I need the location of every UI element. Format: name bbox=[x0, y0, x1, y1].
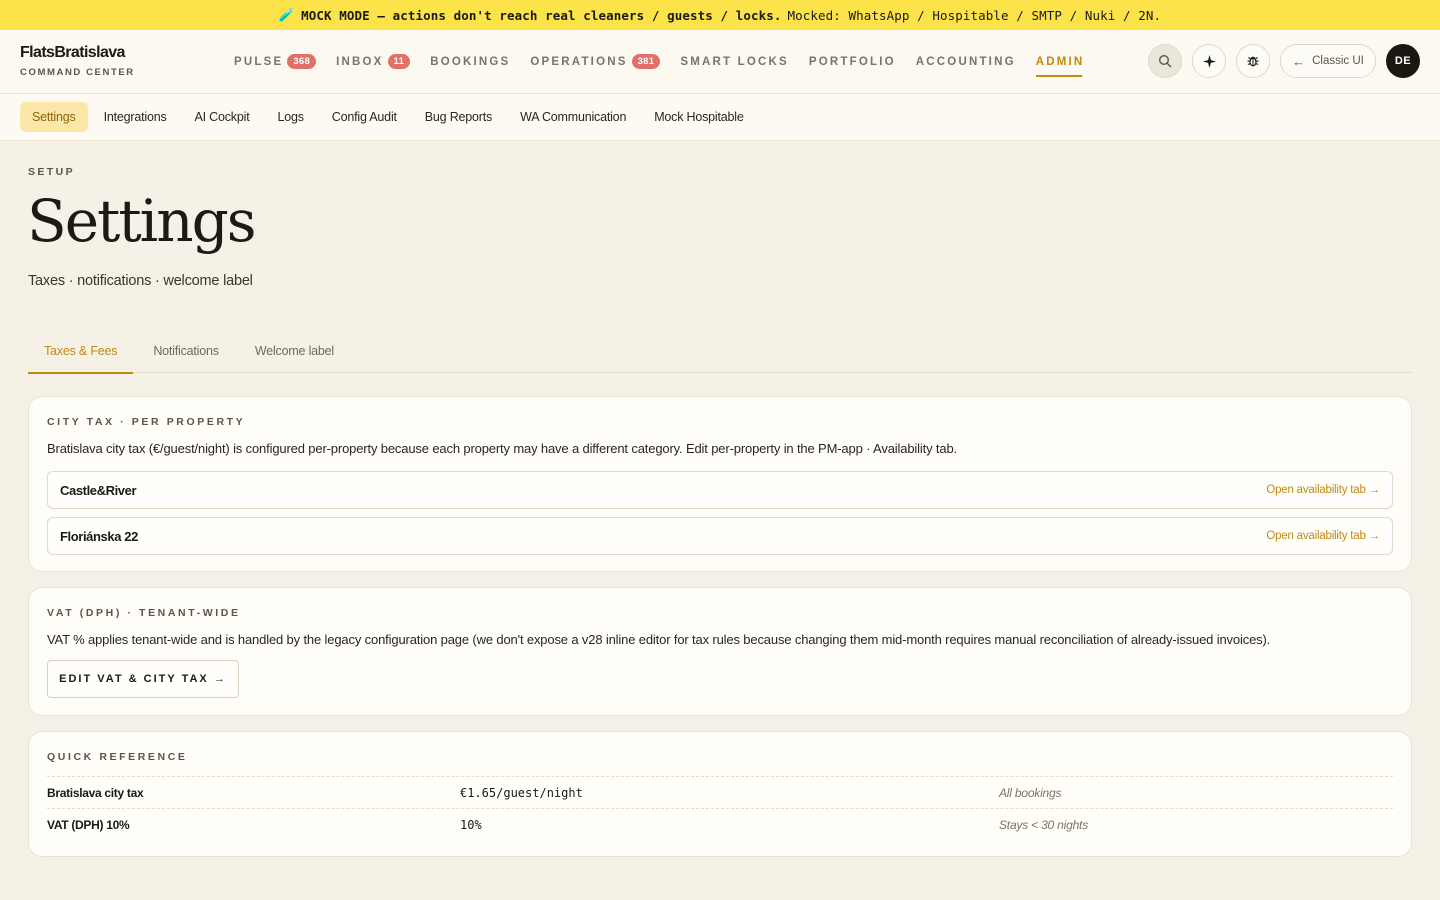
property-name: Castle&River bbox=[60, 482, 137, 498]
nav-item-accounting[interactable]: ACCOUNTING bbox=[916, 30, 1016, 93]
nav-item-portfolio[interactable]: PORTFOLIO bbox=[809, 30, 896, 93]
search-icon bbox=[1158, 54, 1172, 68]
page-eyebrow: SETUP bbox=[28, 166, 76, 178]
subnav-item-bug-reports[interactable]: Bug Reports bbox=[413, 102, 504, 132]
tab-taxes-fees[interactable]: Taxes & Fees bbox=[28, 328, 134, 374]
admin-subnav: Settings Integrations AI Cockpit Logs Co… bbox=[0, 94, 1440, 141]
classic-ui-button[interactable]: ← Classic UI bbox=[1280, 44, 1376, 78]
subnav-item-logs[interactable]: Logs bbox=[265, 102, 315, 132]
nav-item-label: OPERATIONS bbox=[530, 55, 628, 68]
subnav-item-ai-cockpit[interactable]: AI Cockpit bbox=[183, 102, 262, 132]
city-tax-label: CITY TAX · PER PROPERTY bbox=[47, 416, 246, 428]
page-subtitle: Taxes · notifications · welcome label bbox=[28, 273, 253, 289]
search-button[interactable] bbox=[1148, 44, 1182, 78]
nav-count-badge: 11 bbox=[387, 54, 411, 69]
subnav-item-integrations[interactable]: Integrations bbox=[92, 102, 179, 132]
mock-mode-title: MOCK MODE — actions don't reach real cle… bbox=[301, 7, 782, 23]
property-name: Floriánska 22 bbox=[60, 528, 138, 544]
brand[interactable]: FlatsBratislava COMMAND CENTER bbox=[20, 44, 135, 78]
test-tube-icon: 🧪 bbox=[278, 7, 296, 23]
nav-item-label: PORTFOLIO bbox=[808, 55, 896, 68]
settings-tabs: Taxes & Fees Notifications Welcome label bbox=[28, 328, 1412, 374]
property-row: Floriánska 22 Open availability tab → bbox=[47, 517, 1393, 555]
table-row: Bratislava city tax €1.65/guest/night Al… bbox=[47, 776, 1393, 808]
subnav-item-wa-communication[interactable]: WA Communication bbox=[508, 102, 638, 132]
nav-item-label: SMART LOCKS bbox=[680, 55, 789, 68]
brand-name: FlatsBratislava bbox=[20, 44, 125, 61]
brand-subtitle: COMMAND CENTER bbox=[20, 67, 135, 78]
vat-description: VAT % applies tenant-wide and is handled… bbox=[47, 632, 1271, 647]
classic-ui-label: Classic UI bbox=[1312, 55, 1364, 67]
reference-name: VAT (DPH) 10% bbox=[47, 817, 130, 832]
nav-count-badge: 368 bbox=[287, 54, 317, 69]
mock-mode-banner: 🧪 MOCK MODE — actions don't reach real c… bbox=[0, 0, 1440, 30]
quick-reference-table: Bratislava city tax €1.65/guest/night Al… bbox=[47, 776, 1393, 840]
quick-reference-label: QUICK REFERENCE bbox=[47, 751, 188, 763]
nav-count-badge: 381 bbox=[631, 54, 661, 69]
avatar[interactable]: DE bbox=[1386, 44, 1420, 78]
nav-item-smart-locks[interactable]: SMART LOCKS bbox=[680, 30, 789, 93]
city-tax-description: Bratislava city tax (€/guest/night) is c… bbox=[47, 441, 957, 456]
city-tax-card: CITY TAX · PER PROPERTY Bratislava city … bbox=[28, 396, 1412, 572]
tab-notifications[interactable]: Notifications bbox=[137, 328, 235, 373]
bug-report-button[interactable] bbox=[1236, 44, 1270, 78]
reference-value: 10% bbox=[460, 817, 482, 832]
page-title: Settings bbox=[27, 187, 256, 255]
nav-item-bookings[interactable]: BOOKINGS bbox=[430, 30, 510, 93]
quick-reference-card: QUICK REFERENCE Bratislava city tax €1.6… bbox=[28, 731, 1412, 857]
ai-assistant-button[interactable] bbox=[1192, 44, 1226, 78]
subnav-item-settings[interactable]: Settings bbox=[20, 102, 88, 132]
vat-card: VAT (DPH) · TENANT-WIDE VAT % applies te… bbox=[28, 587, 1412, 716]
nav-item-operations[interactable]: OPERATIONS 381 bbox=[530, 30, 661, 93]
table-row: VAT (DPH) 10% 10% Stays < 30 nights bbox=[47, 808, 1393, 840]
nav-item-inbox[interactable]: INBOX 11 bbox=[336, 30, 411, 93]
nav-item-label: ADMIN bbox=[1035, 55, 1085, 68]
vat-label: VAT (DPH) · TENANT-WIDE bbox=[47, 607, 241, 619]
reference-scope: All bookings bbox=[999, 785, 1062, 800]
sparkle-icon bbox=[1202, 54, 1216, 68]
nav-item-label: PULSE bbox=[234, 55, 284, 68]
mock-mode-details: Mocked: WhatsApp / Hospitable / SMTP / N… bbox=[787, 7, 1162, 23]
reference-name: Bratislava city tax bbox=[47, 785, 144, 800]
nav-item-pulse[interactable]: PULSE 368 bbox=[234, 30, 317, 93]
subnav-item-mock-hospitable[interactable]: Mock Hospitable bbox=[642, 102, 755, 132]
tab-welcome-label[interactable]: Welcome label bbox=[239, 328, 350, 373]
open-availability-link[interactable]: Open availability tab → bbox=[1266, 484, 1380, 496]
property-row: Castle&River Open availability tab → bbox=[47, 471, 1393, 509]
reference-value: €1.65/guest/night bbox=[460, 785, 583, 800]
main-nav: PULSE 368 INBOX 11 BOOKINGS OPERATIONS 3… bbox=[234, 30, 1104, 93]
nav-item-label: INBOX bbox=[336, 55, 384, 68]
arrow-left-icon: ← bbox=[1292, 53, 1306, 69]
nav-item-admin[interactable]: ADMIN bbox=[1035, 30, 1085, 93]
open-availability-link[interactable]: Open availability tab → bbox=[1266, 530, 1380, 542]
reference-scope: Stays < 30 nights bbox=[999, 817, 1088, 832]
top-bar: FlatsBratislava COMMAND CENTER PULSE 368… bbox=[0, 30, 1440, 94]
bug-icon bbox=[1247, 56, 1259, 67]
nav-item-label: BOOKINGS bbox=[430, 55, 511, 68]
edit-vat-city-tax-button[interactable]: EDIT VAT & CITY TAX → bbox=[47, 660, 239, 698]
nav-item-label: ACCOUNTING bbox=[915, 55, 1016, 68]
subnav-item-config-audit[interactable]: Config Audit bbox=[320, 102, 409, 132]
